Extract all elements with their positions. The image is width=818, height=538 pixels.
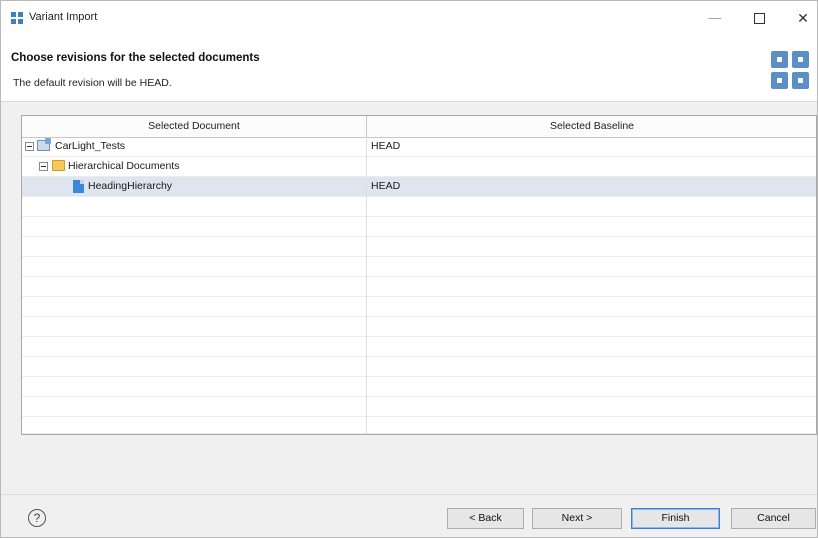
collapse-toggle-icon[interactable] xyxy=(39,162,48,171)
collapse-toggle-icon[interactable] xyxy=(25,142,34,151)
maximize-icon xyxy=(753,13,765,25)
wizard-header: Choose revisions for the selected docume… xyxy=(1,35,817,102)
empty-row xyxy=(22,237,816,257)
cancel-button[interactable]: Cancel xyxy=(731,508,816,529)
variant-import-icon xyxy=(11,12,23,24)
tree-item-label: HeadingHierarchy xyxy=(88,180,173,192)
footer-divider xyxy=(1,494,817,495)
tree-item-label: CarLight_Tests xyxy=(55,140,126,152)
document-icon xyxy=(73,180,84,193)
title-bar: Variant Import — ✕ xyxy=(1,1,817,35)
back-button[interactable]: < Back xyxy=(447,508,524,529)
close-button[interactable]: ✕ xyxy=(789,7,817,29)
tree-item-label: Hierarchical Documents xyxy=(68,160,180,172)
page-description: The default revision will be HEAD. xyxy=(13,77,172,89)
table-row[interactable]: HeadingHierarchy HEAD xyxy=(22,177,816,197)
baseline-cell[interactable]: HEAD xyxy=(371,177,400,196)
folder-icon xyxy=(52,160,65,171)
empty-row xyxy=(22,397,816,417)
page-title: Choose revisions for the selected docume… xyxy=(11,52,260,64)
table-header: Selected Document Selected Baseline xyxy=(22,116,816,138)
empty-row xyxy=(22,317,816,337)
empty-row xyxy=(22,217,816,237)
minimize-button[interactable]: — xyxy=(701,7,729,29)
finish-button[interactable]: Finish xyxy=(631,508,720,529)
column-header-selected-baseline[interactable]: Selected Baseline xyxy=(367,116,817,137)
minimize-icon: — xyxy=(708,10,722,25)
baseline-cell[interactable]: HEAD xyxy=(371,137,400,156)
column-header-selected-document[interactable]: Selected Document xyxy=(22,116,367,137)
empty-row xyxy=(22,297,816,317)
close-icon: ✕ xyxy=(797,10,809,26)
help-button[interactable]: ? xyxy=(28,509,46,527)
project-icon xyxy=(37,138,51,151)
empty-row xyxy=(22,417,816,434)
document-tree-table[interactable]: Selected Document Selected Baseline CarL… xyxy=(21,115,817,435)
empty-row xyxy=(22,277,816,297)
wizard-banner-icon xyxy=(771,51,809,89)
next-button[interactable]: Next > xyxy=(532,508,622,529)
table-row[interactable]: Hierarchical Documents xyxy=(22,157,816,177)
empty-row xyxy=(22,337,816,357)
window-title: Variant Import xyxy=(29,11,98,23)
maximize-button[interactable] xyxy=(745,7,773,29)
empty-row xyxy=(22,257,816,277)
empty-row xyxy=(22,197,816,217)
empty-row xyxy=(22,357,816,377)
empty-row xyxy=(22,377,816,397)
column-divider xyxy=(366,137,367,434)
table-row[interactable]: CarLight_Tests HEAD xyxy=(22,137,816,157)
help-icon: ? xyxy=(33,511,41,525)
dialog-window: Variant Import — ✕ Choose revisions for … xyxy=(0,0,818,538)
